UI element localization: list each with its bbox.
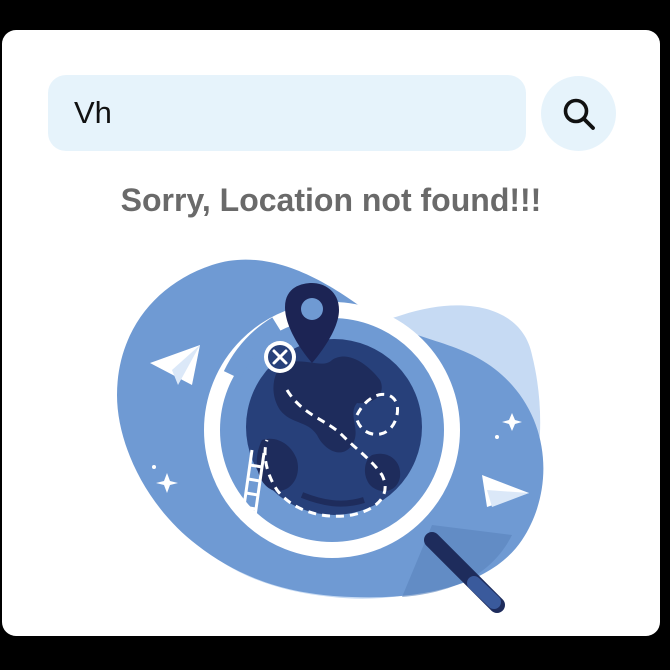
search-icon (561, 96, 597, 132)
error-message: Sorry, Location not found!!! (120, 182, 542, 218)
location-not-found-illustration (102, 245, 572, 615)
search-input[interactable] (48, 75, 526, 151)
weather-card: Sorry, Location not found!!! (2, 30, 660, 636)
close-marker-icon (264, 341, 296, 373)
search-button[interactable] (541, 76, 616, 151)
